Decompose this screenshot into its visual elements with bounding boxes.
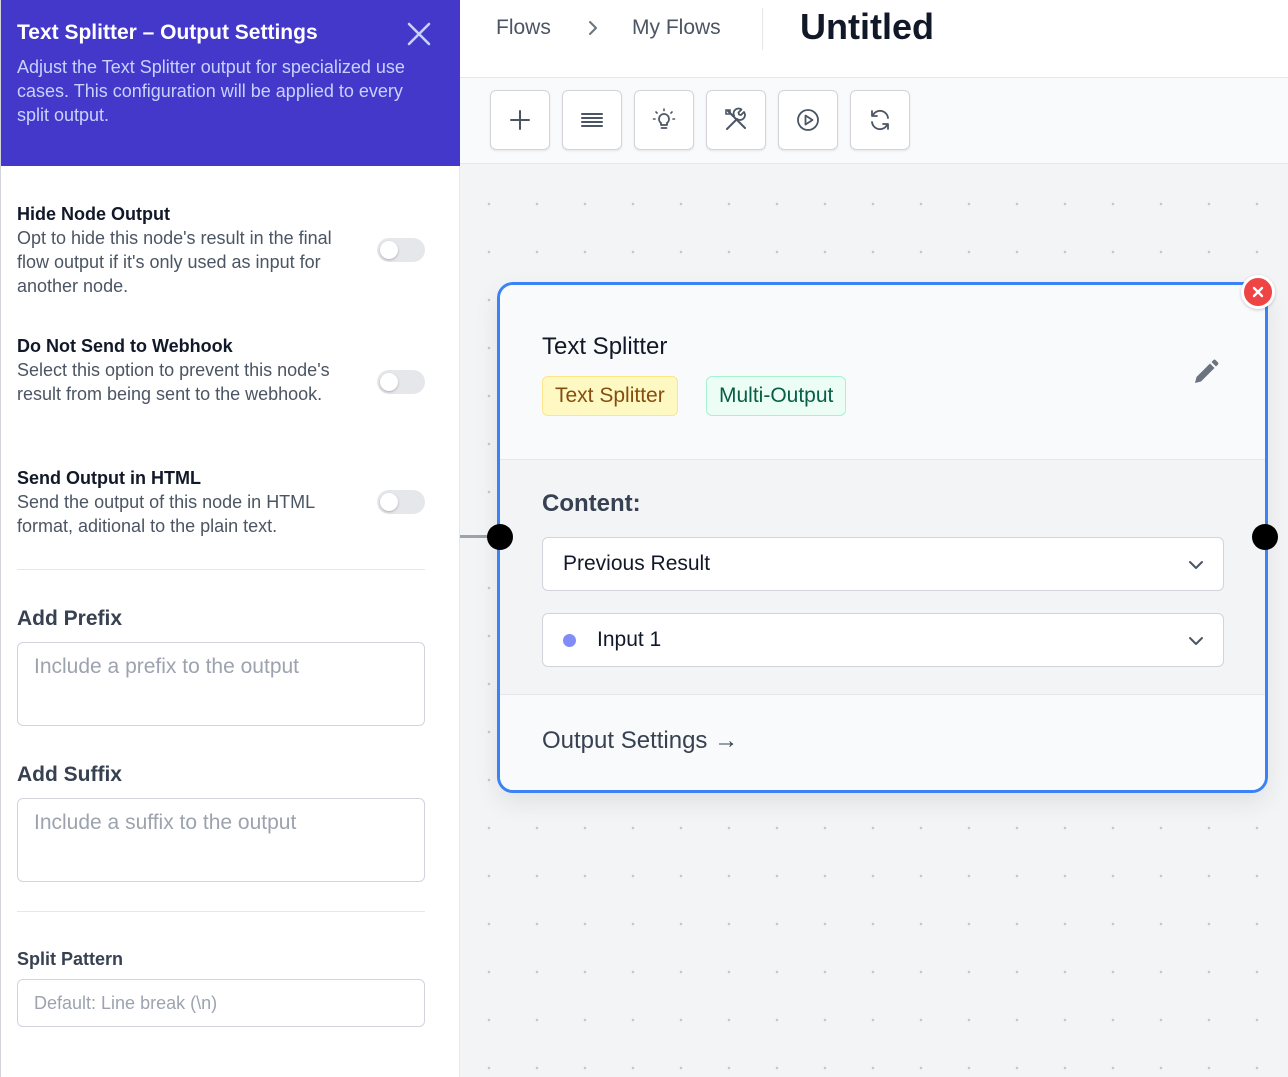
chevron-right-icon <box>589 21 597 35</box>
content-source-select[interactable]: Previous Result <box>542 537 1224 591</box>
delete-node-button[interactable] <box>1241 275 1275 309</box>
panel-title: Text Splitter – Output Settings <box>17 21 318 44</box>
node-type-tag: Text Splitter <box>542 376 678 416</box>
lightbulb-icon <box>652 108 676 129</box>
setting-description: Select this option to prevent this node'… <box>17 360 330 404</box>
multi-output-tag: Multi-Output <box>706 376 847 416</box>
setting-do-not-send-webhook: Do Not Send to Webhook Select this optio… <box>17 334 425 406</box>
chevron-down-icon <box>1189 561 1203 569</box>
add-node-button[interactable] <box>490 90 550 150</box>
node-footer: Output Settings → <box>500 695 1265 790</box>
breadcrumb-flows[interactable]: Flows <box>496 16 551 40</box>
panel-header: Text Splitter – Output Settings Adjust t… <box>1 0 461 166</box>
prefix-label: Add Prefix <box>17 607 123 630</box>
node-body: Content: Previous Result Input 1 <box>500 460 1265 695</box>
output-settings-panel: Text Splitter – Output Settings Adjust t… <box>0 0 461 1077</box>
output-handle[interactable] <box>1252 524 1278 550</box>
suffix-label: Add Suffix <box>17 763 122 786</box>
prefix-input[interactable] <box>17 642 425 726</box>
setting-hide-node-output: Hide Node Output Opt to hide this node's… <box>17 202 425 298</box>
flow-toolbar <box>460 78 1288 164</box>
do-not-send-webhook-toggle[interactable] <box>377 370 425 394</box>
input-dot-icon <box>563 634 576 647</box>
setting-title: Hide Node Output <box>17 204 170 224</box>
run-button[interactable] <box>778 90 838 150</box>
close-icon <box>1252 286 1264 298</box>
refresh-icon <box>871 109 889 131</box>
setting-send-output-html: Send Output in HTML Send the output of t… <box>17 466 425 538</box>
setting-description: Opt to hide this node's result in the fi… <box>17 228 332 296</box>
suffix-input[interactable] <box>17 798 425 882</box>
content-source-value: Previous Result <box>563 552 711 575</box>
close-icon[interactable] <box>405 20 433 48</box>
breadcrumb-my-flows[interactable]: My Flows <box>632 16 721 40</box>
chevron-down-icon <box>1189 637 1203 645</box>
list-icon <box>581 113 603 127</box>
node-title: Text Splitter <box>542 333 668 360</box>
content-label: Content: <box>542 490 641 517</box>
divider <box>762 8 763 50</box>
input-handle[interactable] <box>487 524 513 550</box>
setting-title: Do Not Send to Webhook <box>17 336 233 356</box>
plus-icon <box>510 110 530 130</box>
setting-title: Send Output in HTML <box>17 468 201 488</box>
output-settings-link[interactable]: Output Settings → <box>542 727 738 755</box>
panel-description: Adjust the Text Splitter output for spec… <box>17 57 405 125</box>
play-icon <box>797 109 819 131</box>
divider <box>17 569 425 570</box>
send-output-html-toggle[interactable] <box>377 490 425 514</box>
input-select-value: Input 1 <box>597 628 662 651</box>
ideas-button[interactable] <box>634 90 694 150</box>
split-pattern-label: Split Pattern <box>17 949 124 969</box>
setting-description: Send the output of this node in HTML for… <box>17 492 315 536</box>
divider <box>17 911 425 912</box>
tools-icon <box>725 107 746 130</box>
breadcrumb-bar: Flows My Flows Untitled <box>460 0 1288 78</box>
input-select[interactable]: Input 1 <box>542 613 1224 667</box>
flow-title[interactable]: Untitled <box>800 6 934 48</box>
list-button[interactable] <box>562 90 622 150</box>
node-header: Text Splitter Text Splitter Multi-Output <box>500 285 1265 460</box>
hide-node-output-toggle[interactable] <box>377 238 425 262</box>
tools-button[interactable] <box>706 90 766 150</box>
text-splitter-node[interactable]: Text Splitter Text Splitter Multi-Output… <box>497 282 1268 793</box>
refresh-button[interactable] <box>850 90 910 150</box>
pencil-icon[interactable] <box>1189 357 1221 389</box>
split-pattern-input[interactable] <box>17 979 425 1027</box>
